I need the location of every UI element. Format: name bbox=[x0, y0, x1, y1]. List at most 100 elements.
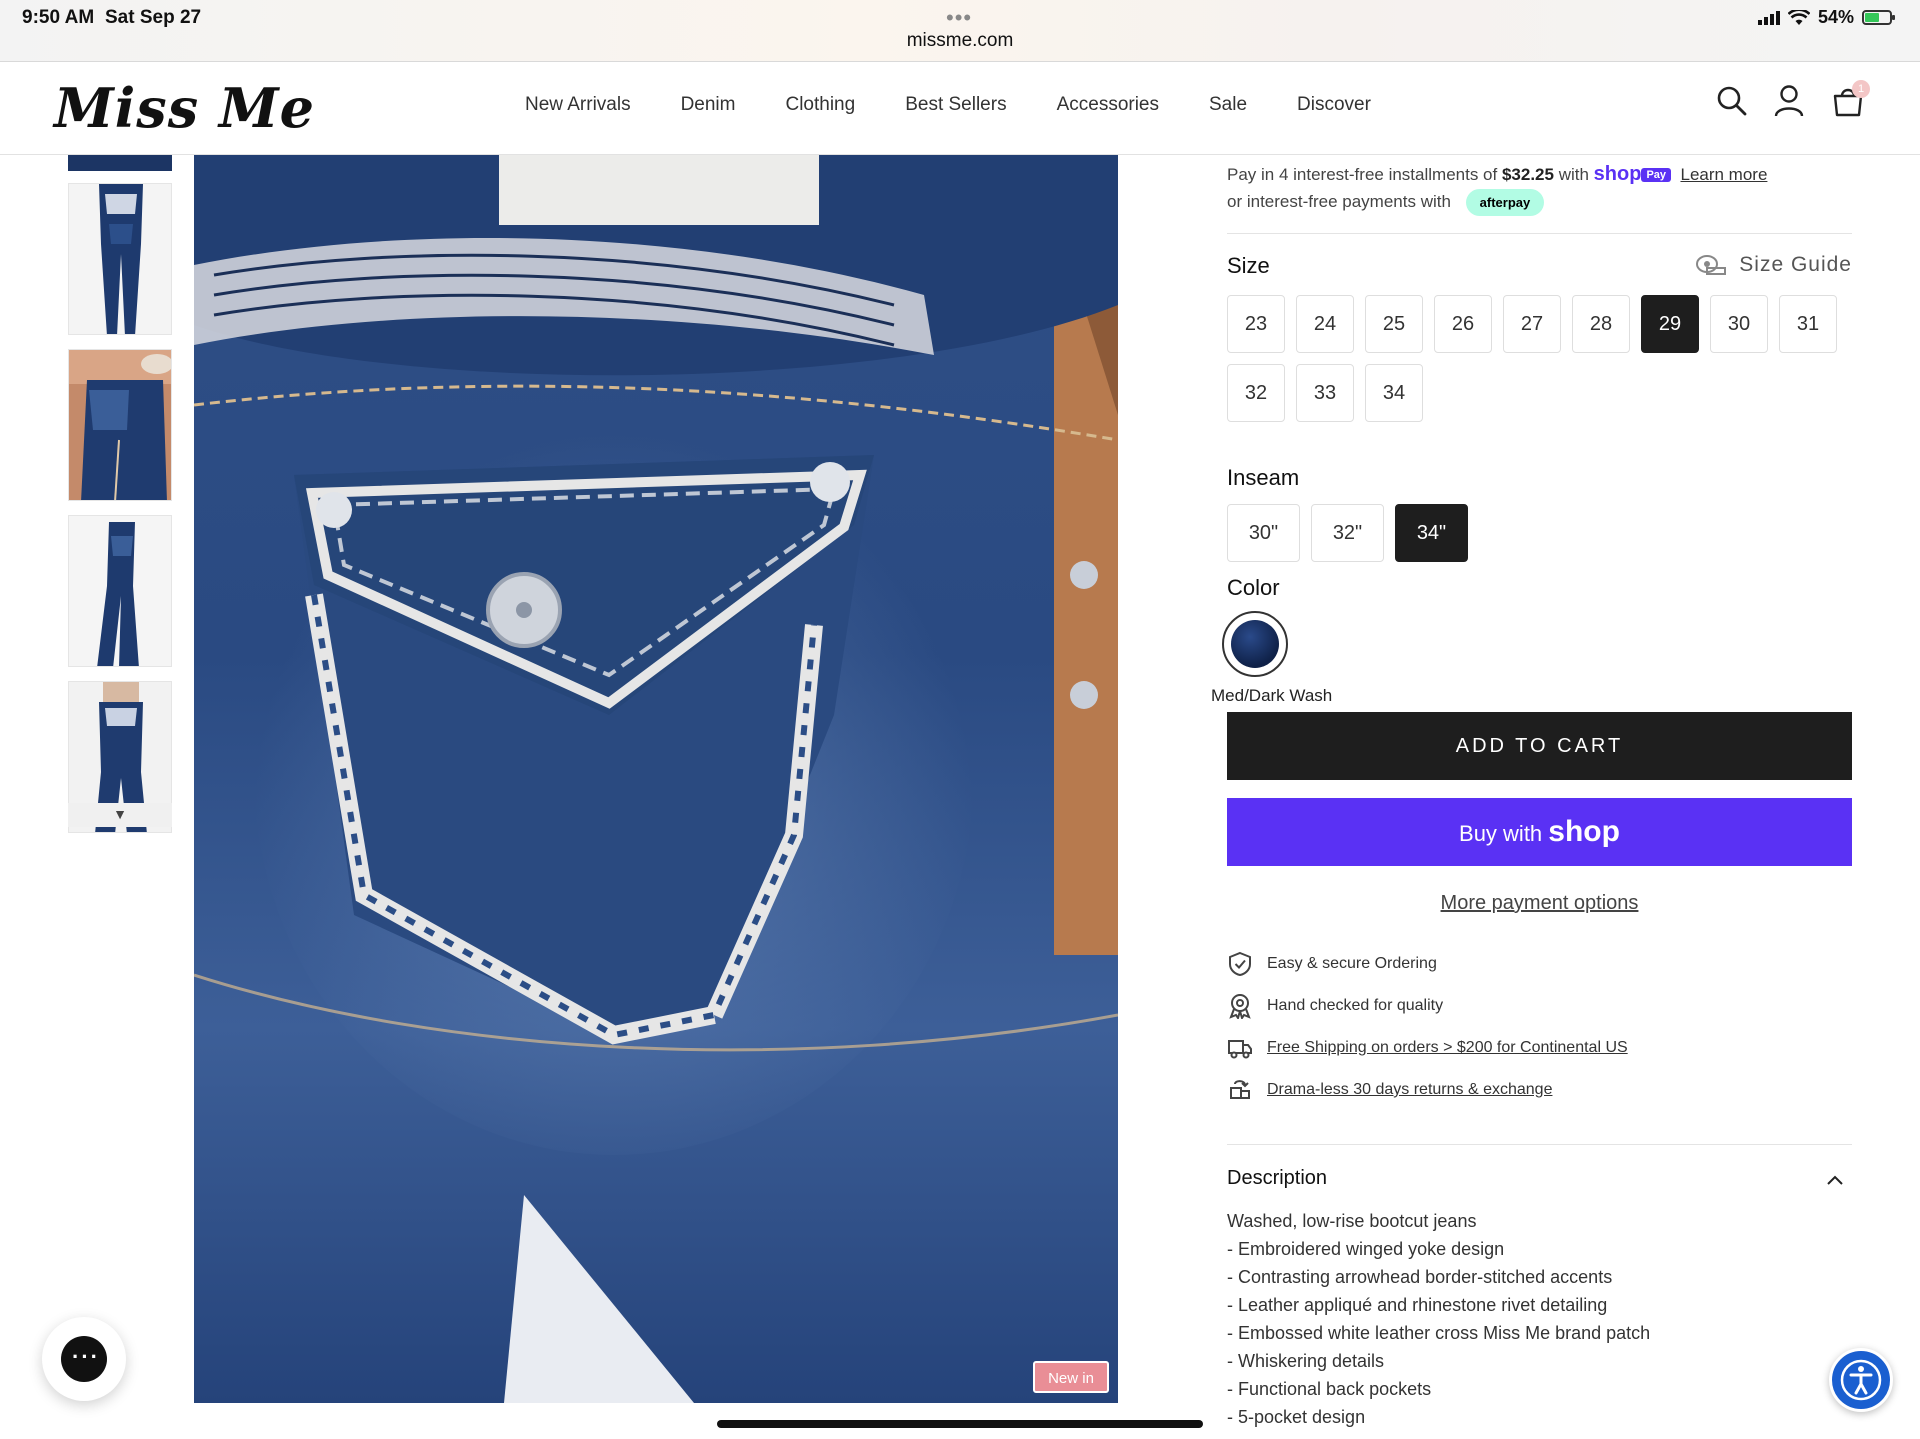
feature-text: Hand checked for quality bbox=[1267, 997, 1444, 1014]
header-icons: 1 bbox=[1716, 80, 1870, 120]
returns-link[interactable]: Drama-less 30 days returns & exchange bbox=[1267, 1081, 1552, 1099]
thumbnail-2[interactable] bbox=[68, 349, 172, 501]
nav-new-arrivals[interactable]: New Arrivals bbox=[525, 94, 631, 116]
inseam-label: Inseam bbox=[1227, 465, 1300, 490]
new-in-badge: New in bbox=[1033, 1361, 1109, 1393]
feature-text: Easy & secure Ordering bbox=[1267, 955, 1437, 972]
main-nav: New Arrivals Denim Clothing Best Sellers… bbox=[525, 94, 1421, 116]
learn-more-link[interactable]: Learn more bbox=[1680, 165, 1767, 184]
description-body: Washed, low-rise bootcut jeans - Embroid… bbox=[1227, 1207, 1650, 1431]
description-line: - Leather appliqué and rhinestone rivet … bbox=[1227, 1295, 1608, 1315]
chat-widget-button[interactable]: ··· bbox=[42, 1317, 126, 1401]
size-option-31[interactable]: 31 bbox=[1779, 295, 1837, 353]
chevron-up-icon bbox=[1827, 1175, 1843, 1185]
status-time: 9:50 AM bbox=[22, 7, 95, 28]
size-option-32[interactable]: 32 bbox=[1227, 364, 1285, 422]
site-logo[interactable]: Miss Me bbox=[54, 76, 315, 140]
inseam-option-32[interactable]: 32" bbox=[1311, 504, 1384, 562]
battery-percent: 54% bbox=[1817, 7, 1854, 27]
buy-with-label: Buy with bbox=[1459, 821, 1543, 846]
feature-free-shipping: Free Shipping on orders > $200 for Conti… bbox=[1227, 1035, 1628, 1061]
afterpay-logo: afterpay bbox=[1465, 189, 1545, 216]
shop-brand-label: shop bbox=[1548, 815, 1620, 848]
cart-count-badge: 1 bbox=[1852, 80, 1870, 98]
color-swatch-med-dark-wash[interactable] bbox=[1222, 611, 1288, 677]
size-option-29-selected[interactable]: 29 bbox=[1641, 295, 1699, 353]
home-indicator bbox=[717, 1420, 1203, 1428]
tape-measure-icon bbox=[1696, 255, 1727, 275]
chat-dots-icon: ··· bbox=[72, 1344, 100, 1369]
color-name: Med/Dark Wash bbox=[1211, 686, 1333, 705]
nav-denim[interactable]: Denim bbox=[681, 94, 736, 116]
installments-with: with bbox=[1558, 165, 1589, 184]
size-option-24[interactable]: 24 bbox=[1296, 295, 1354, 353]
free-shipping-link[interactable]: Free Shipping on orders > $200 for Conti… bbox=[1267, 1039, 1628, 1057]
installment-amount: $32.25 bbox=[1501, 165, 1554, 184]
description-line: - Embossed white leather cross Miss Me b… bbox=[1227, 1323, 1651, 1343]
inseam-option-34-selected[interactable]: 34" bbox=[1395, 504, 1468, 562]
afterpay-line: or interest-free payments with afterpay bbox=[1227, 189, 1545, 216]
nav-accessories[interactable]: Accessories bbox=[1057, 94, 1159, 116]
size-option-33[interactable]: 33 bbox=[1296, 364, 1354, 422]
installments-text: Pay in 4 interest-free installments of bbox=[1227, 165, 1498, 184]
description-line: - Whiskering details bbox=[1227, 1351, 1385, 1371]
color-label: Color bbox=[1227, 575, 1280, 600]
size-option-23[interactable]: 23 bbox=[1227, 295, 1285, 353]
truck-icon bbox=[1227, 1035, 1253, 1061]
nav-discover[interactable]: Discover bbox=[1297, 94, 1371, 116]
description-line: Washed, low-rise bootcut jeans bbox=[1227, 1211, 1477, 1231]
size-option-34[interactable]: 34 bbox=[1365, 364, 1423, 422]
description-line: - Functional back pockets bbox=[1227, 1379, 1432, 1399]
status-date: Sat Sep 27 bbox=[105, 7, 202, 28]
feature-hand-checked: Hand checked for quality bbox=[1227, 993, 1443, 1019]
inseam-option-30[interactable]: 30" bbox=[1227, 504, 1300, 562]
thumbnail-scroll-down-icon[interactable]: ▼ bbox=[68, 803, 172, 827]
description-line: - 5-pocket design bbox=[1227, 1407, 1366, 1427]
description-title: Description bbox=[1227, 1167, 1328, 1189]
description-line: - Contrasting arrowhead border-stitched … bbox=[1227, 1267, 1613, 1287]
size-label: Size bbox=[1227, 253, 1270, 278]
nav-sale[interactable]: Sale bbox=[1209, 94, 1247, 116]
nav-best-sellers[interactable]: Best Sellers bbox=[905, 94, 1006, 116]
account-icon[interactable] bbox=[1774, 84, 1806, 120]
description-line: - Embroidered winged yoke design bbox=[1227, 1239, 1505, 1259]
shield-check-icon bbox=[1227, 951, 1253, 977]
feature-secure-ordering: Easy & secure Ordering bbox=[1227, 951, 1437, 977]
more-payment-options-link[interactable]: More payment options bbox=[1227, 892, 1852, 915]
shoppay-installments: Pay in 4 interest-free installments of $… bbox=[1227, 163, 1767, 186]
battery-icon bbox=[1862, 10, 1895, 25]
thumbnail-1[interactable] bbox=[68, 183, 172, 335]
return-box-icon bbox=[1227, 1077, 1253, 1103]
accessibility-button[interactable] bbox=[1829, 1348, 1893, 1412]
thumbnail-partial[interactable] bbox=[68, 155, 172, 171]
size-option-25[interactable]: 25 bbox=[1365, 295, 1423, 353]
size-option-26[interactable]: 26 bbox=[1434, 295, 1492, 353]
browser-menu-dots-icon[interactable]: ••• bbox=[946, 5, 972, 31]
thumbnail-3[interactable] bbox=[68, 515, 172, 667]
add-to-cart-button[interactable]: ADD TO CART bbox=[1227, 712, 1852, 780]
shop-pay-pill: Pay bbox=[1641, 168, 1672, 182]
size-guide-button[interactable]: Size Guide bbox=[1695, 253, 1852, 277]
buy-with-shop-button[interactable]: Buy with shop bbox=[1227, 798, 1852, 866]
shop-pay-logo: shop bbox=[1593, 163, 1642, 185]
divider bbox=[1227, 233, 1852, 234]
cart-icon[interactable]: 1 bbox=[1832, 80, 1870, 120]
nav-clothing[interactable]: Clothing bbox=[785, 94, 855, 116]
description-toggle[interactable]: Description bbox=[1227, 1167, 1852, 1190]
site-header: Miss Me New Arrivals Denim Clothing Best… bbox=[0, 62, 1920, 155]
status-indicators: 54% bbox=[1757, 7, 1895, 28]
size-guide-label: Size Guide bbox=[1739, 253, 1852, 276]
wifi-icon bbox=[1787, 9, 1810, 25]
size-option-27[interactable]: 27 bbox=[1503, 295, 1561, 353]
divider bbox=[1227, 1144, 1852, 1145]
size-option-28[interactable]: 28 bbox=[1572, 295, 1630, 353]
cellular-signal-icon bbox=[1757, 10, 1780, 25]
size-option-30[interactable]: 30 bbox=[1710, 295, 1768, 353]
product-main-image[interactable] bbox=[194, 155, 1118, 1403]
accessibility-icon bbox=[1840, 1359, 1882, 1401]
quality-badge-icon bbox=[1227, 993, 1253, 1019]
search-icon[interactable] bbox=[1716, 84, 1748, 120]
feature-returns: Drama-less 30 days returns & exchange bbox=[1227, 1077, 1552, 1103]
thumbnail-list bbox=[68, 183, 172, 847]
address-bar-url[interactable]: missme.com bbox=[0, 30, 1920, 52]
